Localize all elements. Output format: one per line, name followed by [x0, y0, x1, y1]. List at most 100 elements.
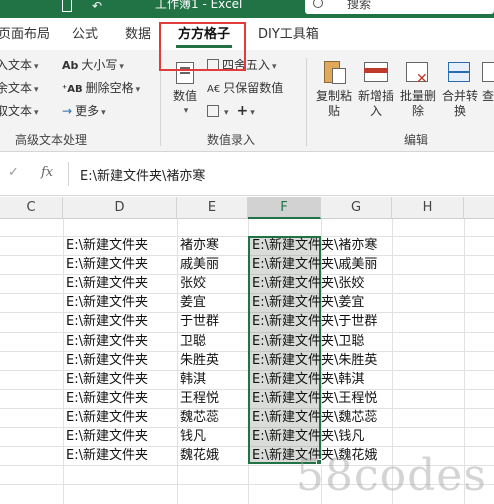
- insert-row-icon: [362, 58, 390, 86]
- search-box[interactable]: 搜索: [305, 0, 494, 14]
- cell-d-path[interactable]: E:\新建文件夹: [66, 427, 148, 446]
- keep-value-button[interactable]: A€ 只保留数值: [207, 81, 283, 97]
- column-header-d[interactable]: D: [63, 197, 177, 219]
- save-icon[interactable]: [62, 0, 72, 12]
- case-icon: Ab: [62, 59, 79, 72]
- delete-grid-icon: ✕: [404, 58, 432, 86]
- case-button[interactable]: Ab 大小写 ▾: [62, 58, 124, 74]
- cell-e-name[interactable]: 张姣: [180, 274, 206, 293]
- chevron-down-icon: ▾: [135, 85, 141, 95]
- column-header-row: C D E F G H: [0, 197, 494, 219]
- undo-icon[interactable]: ↶: [92, 0, 102, 12]
- cell-e-name[interactable]: 朱胜英: [180, 351, 219, 370]
- extract-text-label: 取文本: [0, 104, 33, 118]
- cell-d-path[interactable]: E:\新建文件夹: [66, 255, 148, 274]
- new-insert-label: 新增插入: [357, 89, 394, 118]
- formula-bar: ✓ fx E:\新建文件夹\褚亦寒: [0, 152, 494, 196]
- grid-line: [63, 219, 64, 504]
- cell-f-full-path[interactable]: E:\新建文件夹\戚美丽: [252, 255, 377, 274]
- edit-group-label: 编辑: [404, 133, 429, 147]
- plus-icon[interactable]: +: [237, 103, 249, 119]
- cell-f-full-path[interactable]: E:\新建文件夹\卫聪: [252, 332, 364, 351]
- merge-convert-label: 合并转换: [441, 89, 478, 118]
- tab-diy-toolbox[interactable]: DIY工具箱: [258, 27, 319, 43]
- grid-line: [177, 219, 178, 504]
- cell-f-full-path[interactable]: E:\新建文件夹\姜宜: [252, 293, 364, 312]
- cell-e-name[interactable]: 戚美丽: [180, 255, 219, 274]
- cell-f-full-path[interactable]: E:\新建文件夹\褚亦寒: [252, 236, 377, 255]
- cell-d-path[interactable]: E:\新建文件夹: [66, 274, 148, 293]
- new-insert-button[interactable]: 新增插入: [355, 58, 397, 119]
- text-group-label: 高级文本处理: [15, 133, 88, 147]
- watermark-text: 58codes: [296, 450, 487, 501]
- insert-text-button[interactable]: 入文本 ▾: [0, 58, 39, 74]
- chevron-down-icon: ▾: [34, 108, 39, 118]
- cell-f-full-path[interactable]: E:\新建文件夹\于世群: [252, 312, 377, 331]
- copy-paste-button[interactable]: 复制粘贴: [313, 58, 355, 119]
- tab-formulas[interactable]: 公式: [72, 27, 98, 43]
- cell-d-path[interactable]: E:\新建文件夹: [66, 312, 148, 331]
- remove-space-label: 删除空格: [85, 81, 134, 95]
- tab-data[interactable]: 数据: [125, 27, 151, 43]
- extract-text-button[interactable]: 取文本 ▾: [0, 104, 39, 120]
- cell-d-path[interactable]: E:\新建文件夹: [66, 389, 148, 408]
- keep-value-label: 只保留数值: [223, 81, 284, 95]
- cell-e-name[interactable]: 姜宜: [180, 293, 206, 312]
- merge-convert-button[interactable]: 合并转换: [439, 58, 481, 119]
- cell-e-name[interactable]: 魏芯蕊: [180, 408, 219, 427]
- tab-page-layout[interactable]: 页面布局: [0, 27, 50, 43]
- cell-e-name[interactable]: 于世群: [180, 312, 219, 331]
- insert-function-button[interactable]: fx: [41, 165, 53, 180]
- remove-space-button[interactable]: ⁺AB 删除空格 ▾: [62, 81, 140, 97]
- cell-d-path[interactable]: E:\新建文件夹: [66, 446, 148, 465]
- cell-f-full-path[interactable]: E:\新建文件夹\张姣: [252, 274, 364, 293]
- cell-d-path[interactable]: E:\新建文件夹: [66, 236, 148, 255]
- annotation-highlight-box: [159, 22, 246, 71]
- chevron-down-icon: ▾: [272, 62, 277, 72]
- cell-e-name[interactable]: 魏花娥: [180, 446, 219, 465]
- cell-e-name[interactable]: 钱凡: [180, 427, 206, 446]
- column-header-h[interactable]: H: [392, 197, 464, 219]
- merge-grid-icon: [446, 58, 474, 86]
- cell-f-full-path[interactable]: E:\新建文件夹\魏芯蕊: [252, 408, 377, 427]
- cell-f-full-path[interactable]: E:\新建文件夹\韩淇: [252, 370, 364, 389]
- keep-value-icon: A€: [207, 84, 221, 95]
- find-button[interactable]: 查: [478, 58, 494, 104]
- extra-tools-row[interactable]: ▾ + ▾: [207, 104, 255, 120]
- more-label: 更多: [75, 104, 100, 118]
- ribbon-tabs: 页面布局 公式 数据 方方格子 DIY工具箱: [0, 18, 494, 50]
- chevron-down-icon: ▾: [250, 108, 255, 118]
- column-header-e[interactable]: E: [177, 197, 248, 219]
- cell-f-full-path[interactable]: E:\新建文件夹\钱凡: [252, 427, 364, 446]
- column-header-f[interactable]: F: [248, 197, 321, 219]
- numeric-label: 数值: [172, 89, 197, 103]
- cell-d-path[interactable]: E:\新建文件夹: [66, 332, 148, 351]
- cell-e-name[interactable]: 王程悦: [180, 389, 219, 408]
- remove-text-button[interactable]: 余文本 ▾: [0, 81, 39, 97]
- cell-f-full-path[interactable]: E:\新建文件夹\朱胜英: [252, 351, 377, 370]
- enter-check-icon[interactable]: ✓: [8, 165, 19, 180]
- case-label: 大小写: [81, 58, 118, 72]
- cell-f-full-path[interactable]: E:\新建文件夹\王程悦: [252, 389, 377, 408]
- cell-e-name[interactable]: 韩淇: [180, 370, 206, 389]
- column-header-g[interactable]: G: [321, 197, 392, 219]
- chevron-down-icon: ▾: [119, 62, 124, 72]
- chevron-down-icon: ▾: [224, 108, 229, 118]
- cell-d-path[interactable]: E:\新建文件夹: [66, 408, 148, 427]
- formula-separator: [68, 162, 69, 186]
- cell-e-name[interactable]: 卫聪: [180, 332, 206, 351]
- formula-input[interactable]: E:\新建文件夹\褚亦寒: [80, 165, 205, 184]
- find-label: 查: [481, 89, 494, 103]
- arrow-right-icon: →: [62, 104, 73, 118]
- cell-d-path[interactable]: E:\新建文件夹: [66, 370, 148, 389]
- column-header-c[interactable]: C: [0, 197, 63, 219]
- copy-paste-label: 复制粘贴: [315, 89, 352, 118]
- ribbon-separator: [306, 58, 307, 146]
- cell-d-path[interactable]: E:\新建文件夹: [66, 351, 148, 370]
- batch-delete-button[interactable]: ✕ 批量删除: [397, 58, 439, 119]
- number-group-label: 数值录入: [207, 133, 256, 147]
- cell-e-name[interactable]: 褚亦寒: [180, 236, 219, 255]
- cell-d-path[interactable]: E:\新建文件夹: [66, 293, 148, 312]
- more-button[interactable]: → 更多 ▾: [62, 104, 106, 120]
- calendar-icon: [207, 105, 219, 117]
